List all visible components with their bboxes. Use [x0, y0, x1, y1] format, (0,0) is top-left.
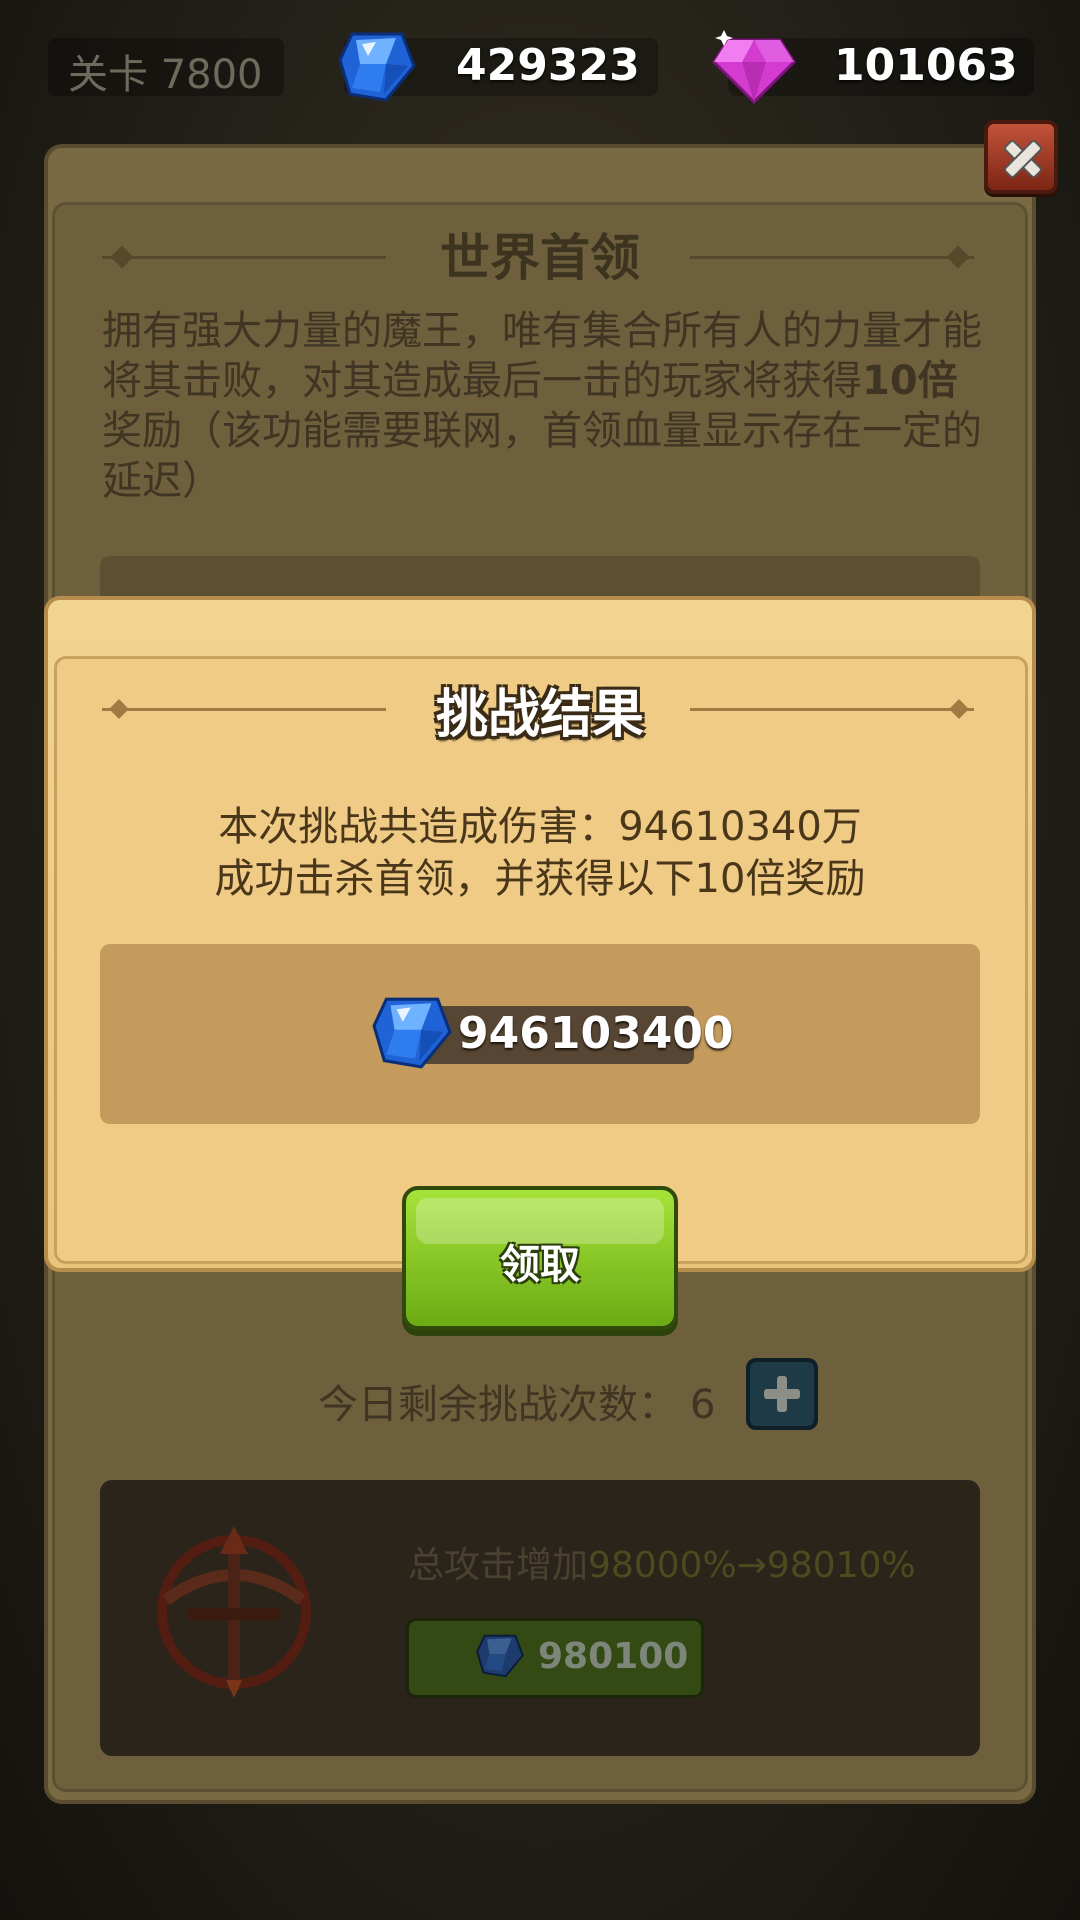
damage-summary: 本次挑战共造成伤害：94610340万 — [218, 804, 862, 850]
upgrade-cost: 980100 — [538, 1636, 689, 1677]
crossbow-icon — [157, 1526, 311, 1698]
challenge-result-title: 挑战结果 — [435, 685, 644, 745]
sapphire-gem-icon — [338, 32, 416, 102]
remaining-label: 今日剩余挑战次数： — [318, 1382, 678, 1428]
attack-bonus-text: 总攻击增加98000%→98010% — [408, 1536, 916, 1588]
close-button[interactable] — [984, 120, 1058, 194]
claim-button-label: 领取 — [500, 1242, 580, 1288]
sapphire-amount: 429323 — [456, 40, 640, 91]
pink-diamond-icon — [712, 30, 796, 105]
top-resource-bar: 关卡 7800 429323 101063 — [0, 0, 1080, 140]
attack-bonus-label: 总攻击增加 — [408, 1545, 589, 1586]
description-text-2: 奖励（该功能需要联网，首领血量显示存在一定的延迟） — [102, 408, 982, 504]
world-boss-title: 世界首领 — [440, 229, 640, 287]
remaining-count: 6 — [690, 1382, 716, 1428]
kill-reward-summary: 成功击杀首领，并获得以下10倍奖励 — [214, 856, 866, 902]
add-attempts-button[interactable] — [746, 1358, 818, 1430]
reward-amount: 946103400 — [458, 1008, 734, 1059]
sapphire-gem-icon — [476, 1634, 524, 1678]
pink-gem-amount: 101063 — [834, 40, 1018, 91]
world-boss-description: 拥有强大力量的魔王，唯有集合所有人的力量才能将其击败，对其造成最后一击的玩家将获… — [102, 306, 982, 506]
sapphire-gem-icon — [372, 997, 452, 1069]
remaining-attempts: 今日剩余挑战次数： 6 — [318, 1372, 715, 1430]
description-multiplier: 10倍 — [862, 358, 958, 404]
level-label: 关卡 7800 — [68, 52, 263, 98]
description-text-1: 拥有强大力量的魔王，唯有集合所有人的力量才能将其击败，对其造成最后一击的玩家将获… — [102, 308, 982, 404]
attack-bonus-values: 98000%→98010% — [588, 1545, 916, 1586]
claim-button[interactable]: 领取 — [402, 1186, 678, 1330]
